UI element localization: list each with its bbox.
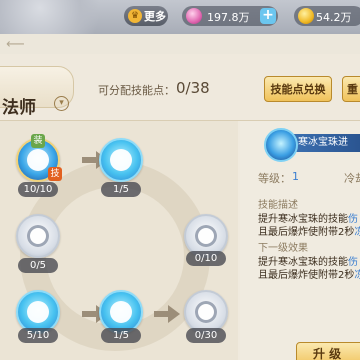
level-label: 等级：	[258, 172, 291, 185]
cooldown-label: 冷却	[344, 172, 360, 185]
skill-badge: 技	[48, 167, 62, 181]
back-arrow-icon[interactable]: ⟵	[6, 38, 50, 52]
skill-level-count: 1/5	[101, 182, 141, 197]
coin-icon	[298, 8, 314, 24]
gem-icon	[186, 8, 202, 24]
skill-level-count: 0/10	[186, 251, 226, 266]
chevron-down-icon[interactable]: ▾	[54, 96, 69, 111]
top-bar: ♛ 更多 197.8万 + 54.2万	[0, 0, 360, 34]
next-text: 且最后爆炸使附带2秒	[258, 270, 355, 281]
upgrade-button[interactable]: 升 级	[296, 342, 360, 360]
ice-orb-icon	[27, 149, 49, 171]
selected-skill-icon	[264, 128, 298, 162]
skill-description-line: 且最后爆炸使附带2秒冻	[258, 223, 360, 238]
next-level-title: 下一级效果	[258, 243, 308, 254]
skill-level-count: 1/5	[101, 328, 141, 343]
gem-currency: 197.8万 +	[182, 6, 278, 26]
skill-level-count: 10/10	[18, 182, 58, 197]
skill-points-value: 0/38	[176, 79, 210, 97]
desc-highlight: 冻	[354, 227, 360, 238]
skill-name: 寒冰宝珠进	[292, 134, 360, 152]
frost-ring-icon	[110, 149, 132, 171]
tab-strip	[0, 34, 360, 54]
shield-icon	[27, 225, 49, 247]
coin-amount: 54.2万	[316, 11, 352, 24]
skill-level-count: 0/5	[18, 258, 58, 273]
crown-icon: ♛	[128, 9, 142, 23]
coin-currency: 54.2万	[294, 6, 360, 26]
ice-shard-icon	[27, 301, 49, 323]
skill-points-label: 可分配技能点：	[98, 84, 175, 97]
equipped-badge: 装	[31, 134, 45, 148]
gem-amount: 197.8万	[207, 11, 250, 24]
plus-icon[interactable]: +	[260, 8, 276, 24]
more-button[interactable]: ♛ 更多	[124, 6, 168, 26]
upgrade-arrows-icon	[195, 301, 217, 323]
skill-level-count: 5/10	[18, 328, 58, 343]
reset-button[interactable]: 重	[342, 76, 360, 102]
skill-node-locked-shield[interactable]	[16, 214, 60, 258]
desc-text: 且最后爆炸使附带2秒	[258, 227, 355, 238]
next-level-line: 且最后爆炸使附带2秒冻	[258, 266, 360, 281]
frost-vortex-icon	[110, 301, 132, 323]
more-label: 更多	[144, 10, 166, 23]
level-value: 1	[292, 170, 299, 183]
skill-level-count: 0/30	[186, 328, 226, 343]
skill-description-title: 技能描述	[258, 200, 298, 211]
heart-icon	[195, 225, 217, 247]
next-highlight: 冻	[354, 270, 360, 281]
class-name: 法师	[2, 98, 36, 118]
skill-node-frost-ring[interactable]	[99, 138, 143, 182]
skill-point-exchange-button[interactable]: 技能点兑换	[264, 76, 332, 102]
arrow-right-icon	[154, 305, 180, 323]
top-bar-decoration	[0, 0, 110, 34]
